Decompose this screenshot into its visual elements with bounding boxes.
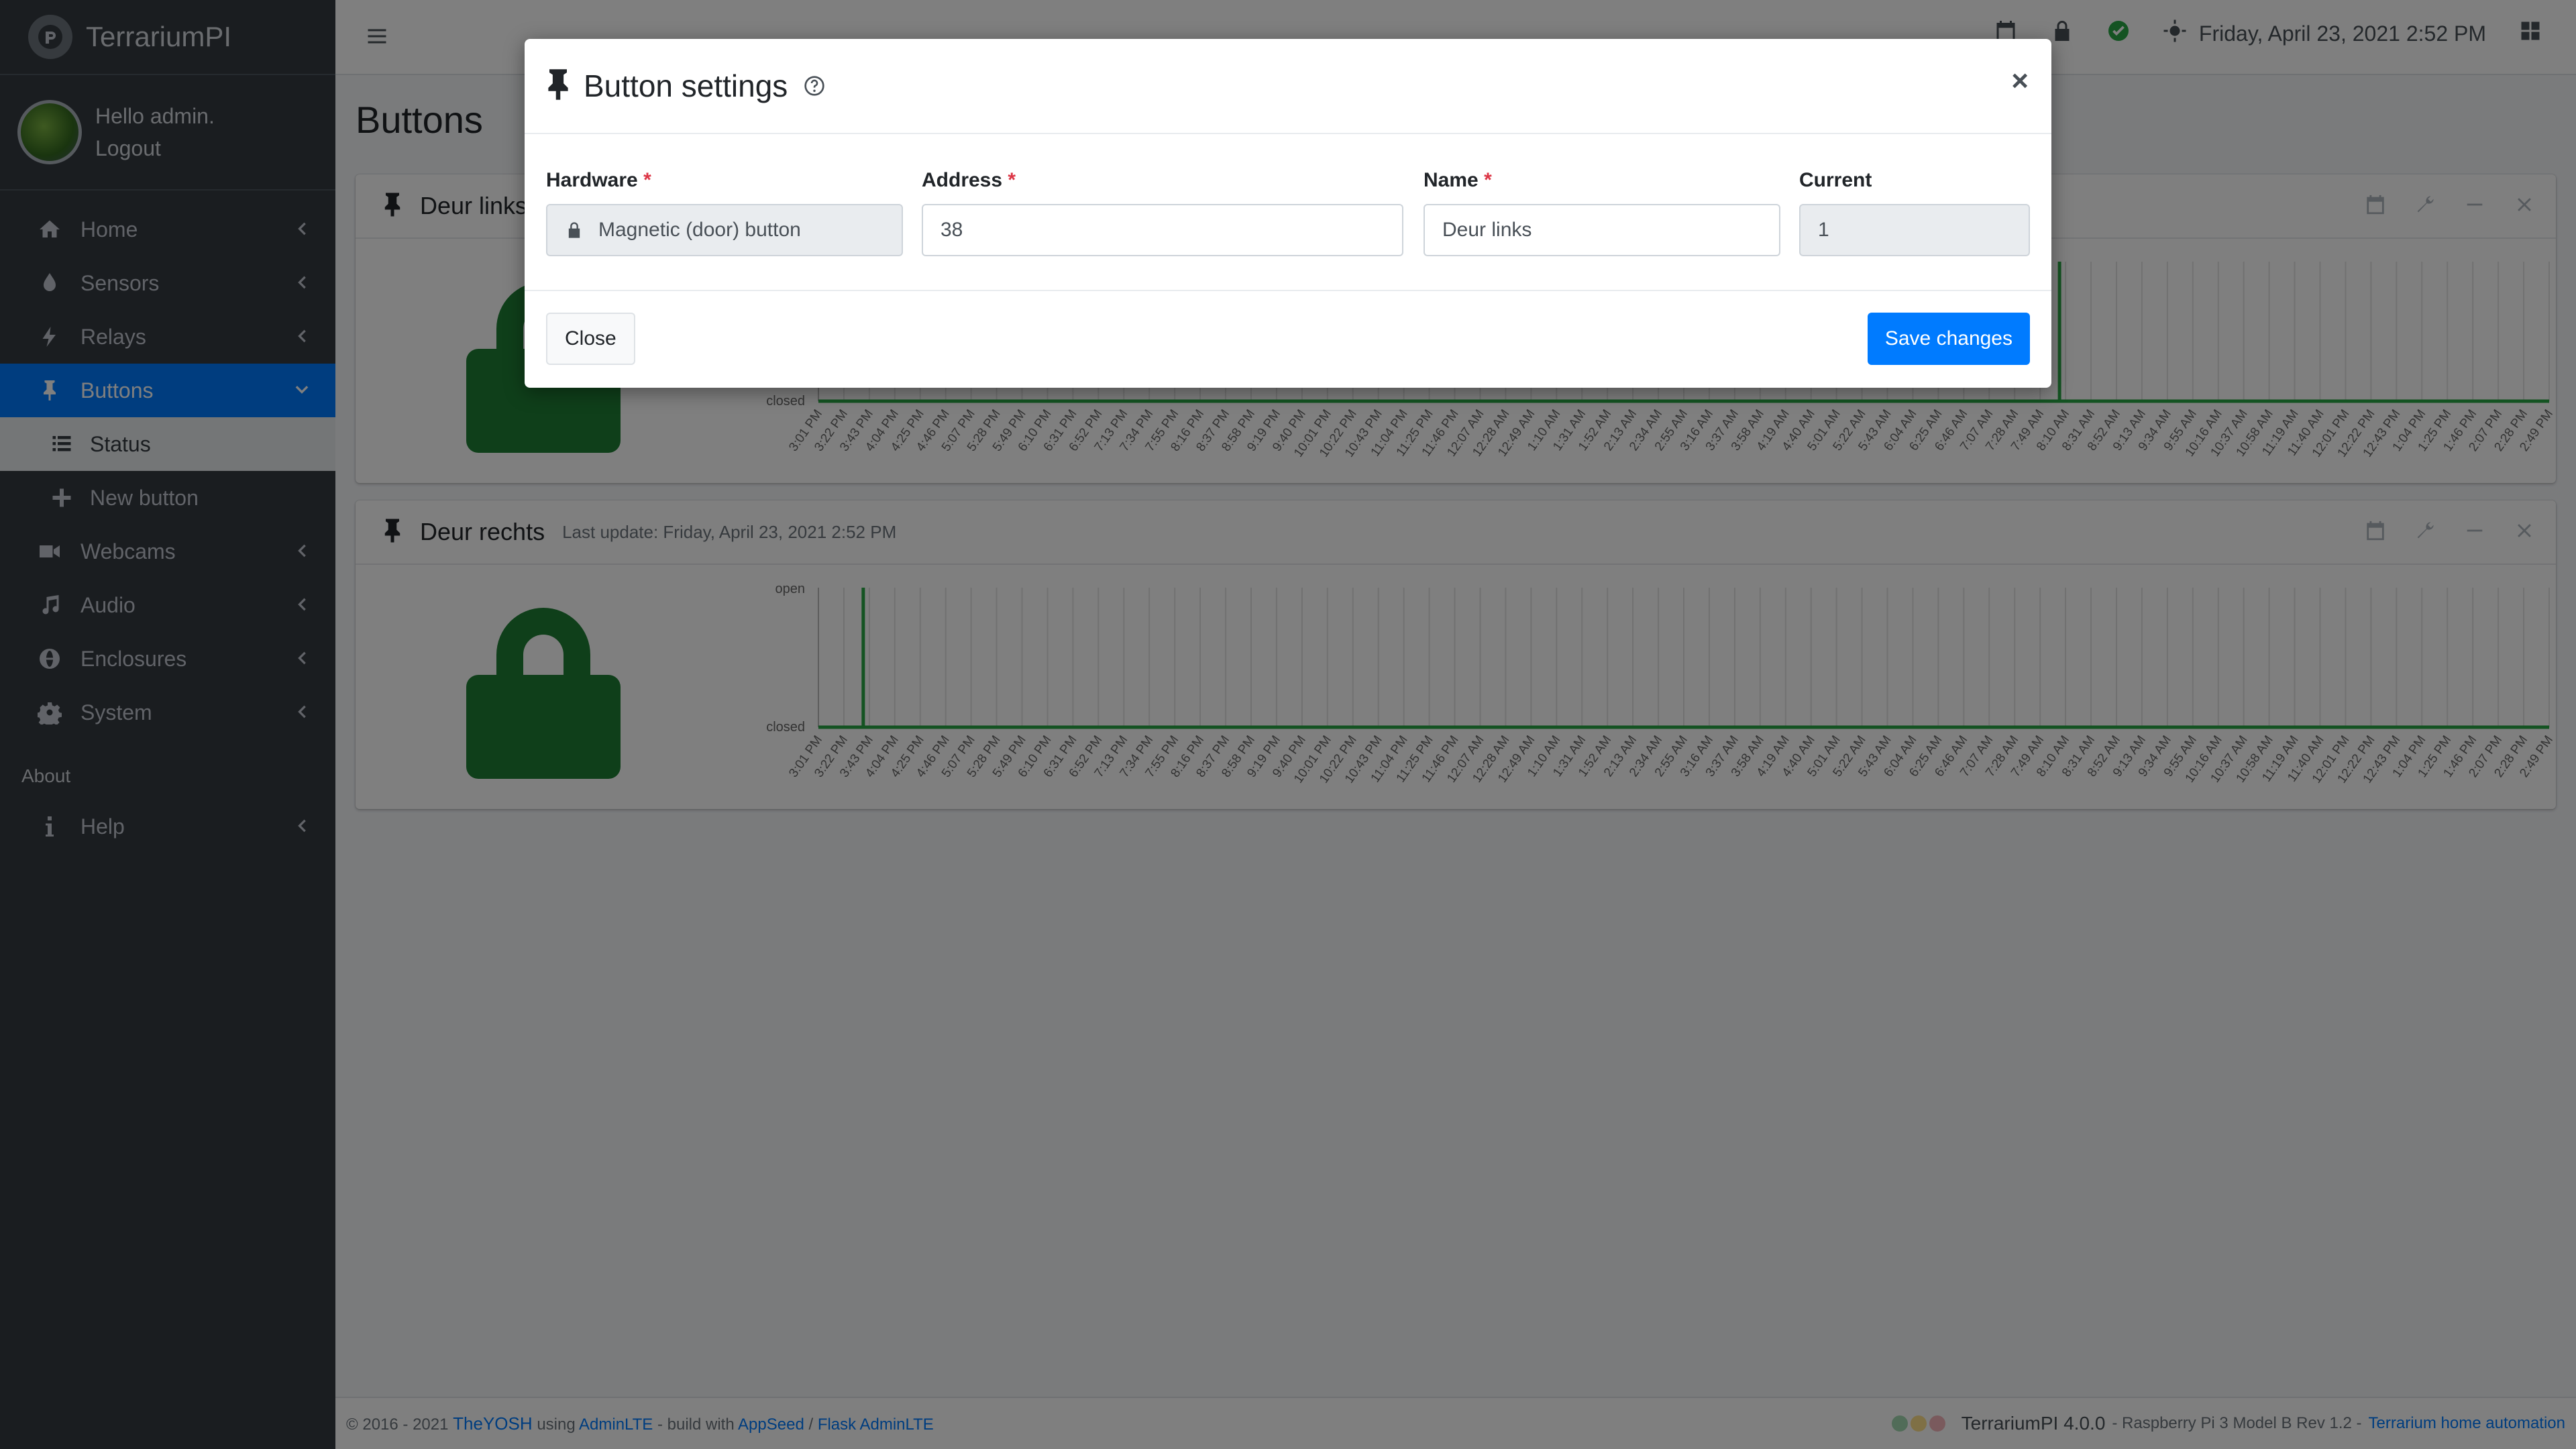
save-changes-button[interactable]: Save changes — [1867, 313, 2030, 365]
help-circle-icon[interactable] — [804, 75, 825, 97]
modal-title: Button settings — [584, 68, 788, 103]
name-value: Deur links — [1442, 219, 1532, 241]
current-input: 1 — [1799, 204, 2030, 256]
hardware-label: Hardware * — [546, 169, 651, 191]
thumbtack-icon — [545, 67, 572, 105]
address-label: Address * — [922, 169, 1016, 191]
address-input[interactable]: 38 — [922, 204, 1403, 256]
name-label: Name * — [1424, 169, 1492, 191]
lock-icon — [568, 222, 580, 238]
hardware-field-group: Hardware * Magnetic (door) button — [546, 169, 903, 256]
modal-footer: Close Save changes — [525, 291, 2051, 386]
modal-header: Button settings × — [525, 39, 2051, 134]
modal-body: Hardware * Magnetic (door) button Addres… — [525, 134, 2051, 291]
hardware-select[interactable]: Magnetic (door) button — [546, 204, 903, 256]
current-value: 1 — [1818, 219, 1829, 241]
address-field-group: Address * 38 — [922, 169, 1403, 256]
name-field-group: Name * Deur links — [1424, 169, 1780, 256]
current-field-group: Current 1 — [1799, 169, 2030, 256]
hardware-value: Magnetic (door) button — [598, 219, 801, 241]
name-input[interactable]: Deur links — [1424, 204, 1780, 256]
modal-close-button[interactable]: × — [2011, 64, 2029, 98]
close-button[interactable]: Close — [546, 313, 635, 365]
button-settings-modal: Button settings × Hardware * Magnetic (d… — [525, 39, 2051, 388]
address-value: 38 — [941, 219, 963, 241]
current-label: Current — [1799, 169, 1872, 191]
